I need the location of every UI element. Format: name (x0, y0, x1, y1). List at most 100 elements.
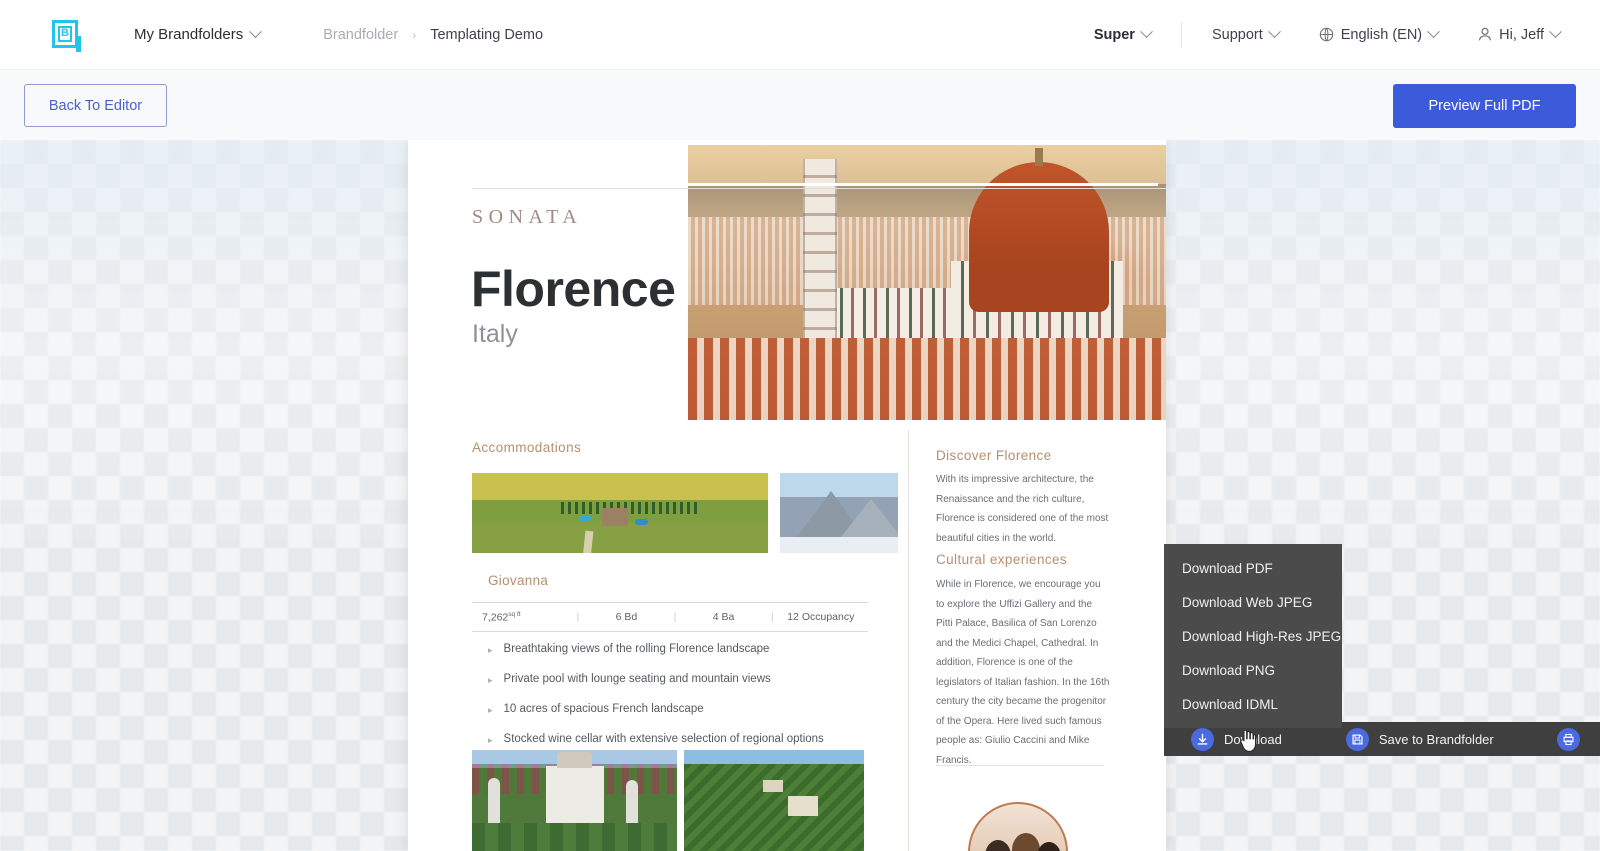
document-page-preview[interactable]: SONATA Florence Italy Accommodations Gio… (408, 140, 1166, 851)
spec-bedrooms: 6 Bd (615, 611, 638, 623)
image-snowfield (780, 537, 898, 553)
accommodation-mountain-image (780, 473, 898, 553)
gallery-image-tuscan-hills (684, 750, 864, 851)
breadcrumb: Brandfolder › Templating Demo (323, 27, 543, 43)
logo-tail (76, 35, 81, 52)
image-pool-lower (634, 519, 648, 526)
menu-item-download-pdf[interactable]: Download PDF (1164, 551, 1342, 585)
download-button-label: Download (1224, 731, 1282, 747)
super-label: Super (1093, 26, 1135, 43)
my-brandfolders-menu[interactable]: My Brandfolders (134, 25, 263, 43)
breadcrumb-separator-icon: › (412, 27, 417, 42)
spec-sqft-unit: sq ft (508, 610, 521, 618)
chevron-right-icon: ▸ (488, 705, 493, 715)
document-title: Florence (471, 261, 676, 317)
gallery-image-villa-gardens (472, 750, 677, 851)
preview-full-pdf-button[interactable]: Preview Full PDF (1393, 84, 1576, 128)
image-peak-right (841, 498, 898, 537)
feature-text: Stocked wine cellar with extensive selec… (503, 733, 824, 745)
brandfolder-logo-icon[interactable]: B (52, 18, 82, 52)
discover-florence-body: With its impressive architecture, the Re… (936, 474, 1109, 544)
accommodation-name: Giovanna (488, 573, 549, 588)
chevron-down-icon (1427, 25, 1441, 39)
language-menu[interactable]: English (EN) (1319, 25, 1441, 43)
spec-sqft-value: 7,262 (482, 611, 509, 624)
list-item: ▸ 10 acres of spacious French landscape (488, 703, 908, 718)
accommodation-feature-list: ▸ Breathtaking views of the rolling Flor… (488, 643, 908, 763)
image-hill-house-upper (763, 780, 784, 793)
download-button[interactable]: Download (1191, 727, 1282, 751)
menu-item-download-png[interactable]: Download PNG (1164, 653, 1342, 687)
image-pool-upper (578, 514, 591, 521)
user-avatar-icon (1478, 27, 1492, 42)
super-menu[interactable]: Super (1093, 25, 1153, 43)
image-driveway (583, 530, 594, 553)
image-hillside (684, 764, 864, 851)
my-brandfolders-label: My Brandfolders (134, 26, 244, 43)
page-top-rule (472, 188, 1166, 189)
hero-image-florence-duomo (688, 145, 1166, 420)
print-button[interactable] (1557, 727, 1580, 751)
top-nav-right-cluster: Super Support English (EN) Hi, Jeff (1093, 21, 1562, 48)
spec-square-feet: 7,262sq ft (472, 611, 576, 624)
editor-action-bar: Back To Editor Preview Full PDF (0, 70, 1600, 140)
user-greeting-label: Hi, Jeff (1499, 26, 1544, 43)
feature-text: Private pool with lounge seating and mou… (503, 673, 771, 685)
chevron-right-icon: ▸ (488, 735, 493, 745)
user-menu[interactable]: Hi, Jeff (1478, 25, 1562, 43)
image-statue-right (625, 780, 638, 825)
save-icon (1345, 727, 1369, 751)
globe-icon (1319, 27, 1334, 42)
breadcrumb-parent[interactable]: Brandfolder (323, 27, 398, 43)
list-item: ▸ Breathtaking views of the rolling Flor… (488, 643, 908, 658)
download-icon (1191, 727, 1214, 751)
cultural-experiences-heading: Cultural experiences (936, 552, 1068, 567)
chevron-down-icon (1267, 25, 1281, 39)
circular-group-photo (968, 802, 1068, 851)
cultural-experiences-body: While in Florence, we encourage you to e… (936, 579, 1110, 766)
chevron-right-icon: ▸ (488, 675, 493, 685)
breadcrumb-current[interactable]: Templating Demo (430, 27, 543, 43)
accommodations-heading: Accommodations (472, 440, 582, 455)
hero-rooftops (688, 337, 1166, 420)
document-subtitle: Italy (472, 320, 518, 348)
image-villa (602, 508, 629, 527)
image-hill-house (788, 796, 819, 817)
language-label: English (EN) (1340, 26, 1423, 43)
save-to-brandfolder-button[interactable]: Save to Brandfolder (1345, 727, 1494, 751)
feature-text: Breathtaking views of the rolling Floren… (503, 643, 770, 655)
printer-icon (1557, 727, 1580, 751)
chevron-right-icon: ▸ (488, 645, 493, 655)
spec-bathrooms: 4 Ba (712, 611, 735, 623)
save-button-label: Save to Brandfolder (1378, 731, 1494, 747)
image-tree-row (560, 501, 697, 514)
chevron-down-icon (249, 25, 263, 39)
app-root: B My Brandfolders Brandfolder › Templati… (0, 0, 1600, 851)
download-options-dropdown[interactable]: Download PDF Download Web JPEG Download … (1164, 544, 1342, 728)
feature-text: 10 acres of spacious French landscape (503, 703, 704, 715)
spec-occupancy: 12 Occupancy (787, 611, 855, 623)
sidebar-rule (936, 765, 1104, 766)
list-item: ▸ Stocked wine cellar with extensive sel… (488, 733, 908, 748)
support-label: Support (1211, 26, 1263, 43)
support-menu[interactable]: Support (1211, 25, 1281, 43)
accommodation-spec-row: 7,262sq ft | 6 Bd | 4 Ba | 12 Occupancy (472, 602, 868, 632)
menu-item-download-idml[interactable]: Download IDML (1164, 687, 1342, 721)
column-divider (908, 430, 909, 851)
back-to-editor-button[interactable]: Back To Editor (24, 84, 167, 127)
menu-item-download-web-jpeg[interactable]: Download Web JPEG (1164, 585, 1342, 619)
photo-person-center (1012, 832, 1041, 851)
photo-person-left (985, 840, 1012, 851)
image-hedges (472, 822, 677, 851)
document-brandmark: SONATA (472, 206, 583, 228)
nav-divider (1180, 21, 1182, 48)
hero-white-rule (688, 183, 1158, 186)
logo-letter-b: B (58, 25, 72, 42)
chevron-down-icon (1140, 25, 1153, 39)
discover-florence-heading: Discover Florence (936, 448, 1052, 463)
top-navigation-bar: B My Brandfolders Brandfolder › Templati… (0, 0, 1600, 70)
photo-person-right (1037, 842, 1062, 851)
menu-item-download-high-res-jpeg[interactable]: Download High-Res JPEG (1164, 619, 1342, 653)
image-statue-left (488, 778, 501, 825)
chevron-down-icon (1549, 25, 1562, 39)
